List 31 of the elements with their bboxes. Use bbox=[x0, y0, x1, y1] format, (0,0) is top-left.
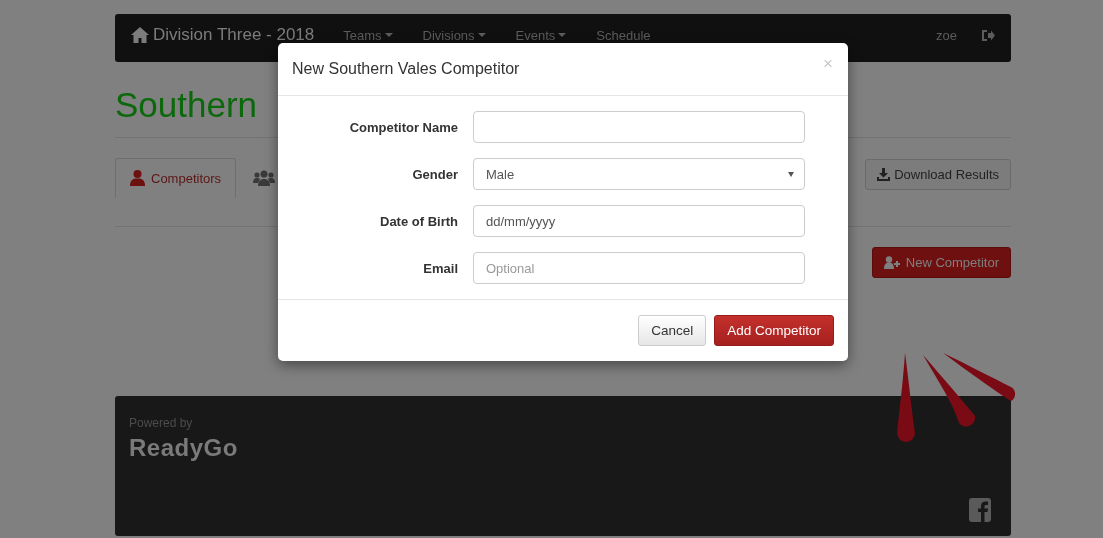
new-competitor-button[interactable]: New Competitor bbox=[871, 247, 1011, 278]
nav-menu[interactable]: Schedule bbox=[596, 27, 651, 43]
input-field[interactable] bbox=[473, 111, 805, 143]
page-title: Southern bbox=[115, 84, 259, 126]
brand-link[interactable]: Division Three - 2018 bbox=[131, 25, 315, 45]
home-icon bbox=[131, 27, 149, 43]
nav-menu[interactable]: Teams bbox=[343, 27, 393, 43]
add-competitor-button[interactable]: Add Competitor bbox=[714, 315, 834, 346]
nav-menu[interactable]: Divisions bbox=[422, 27, 486, 43]
facebook-icon[interactable] bbox=[969, 498, 991, 522]
modal-title: New Southern Vales Competitor bbox=[292, 60, 520, 78]
logout-icon[interactable] bbox=[981, 28, 995, 42]
date-field[interactable]: dd/mm/yyyy bbox=[473, 205, 805, 237]
field-label: Gender bbox=[411, 166, 458, 182]
nav-menu[interactable]: Events bbox=[515, 27, 567, 43]
add-user-icon bbox=[883, 256, 902, 269]
gender-select[interactable]: Male bbox=[473, 158, 805, 190]
caret-icon bbox=[788, 171, 794, 177]
field-label: Date of Birth bbox=[379, 213, 458, 229]
user-icon bbox=[130, 170, 145, 186]
readygo-logo: ReadyGo bbox=[129, 434, 239, 462]
tab[interactable]: Competitors bbox=[115, 158, 237, 198]
field-label: Email bbox=[422, 260, 458, 276]
download-button[interactable]: Download Results bbox=[865, 159, 1011, 190]
user-link[interactable]: zoe bbox=[936, 27, 957, 43]
input-field[interactable]: Optional bbox=[473, 252, 805, 284]
download-icon bbox=[877, 168, 891, 181]
field-label: Competitor Name bbox=[348, 119, 458, 135]
close-button[interactable]: × bbox=[823, 54, 833, 74]
cancel-button[interactable]: Cancel bbox=[638, 315, 707, 346]
users-icon bbox=[253, 170, 276, 186]
